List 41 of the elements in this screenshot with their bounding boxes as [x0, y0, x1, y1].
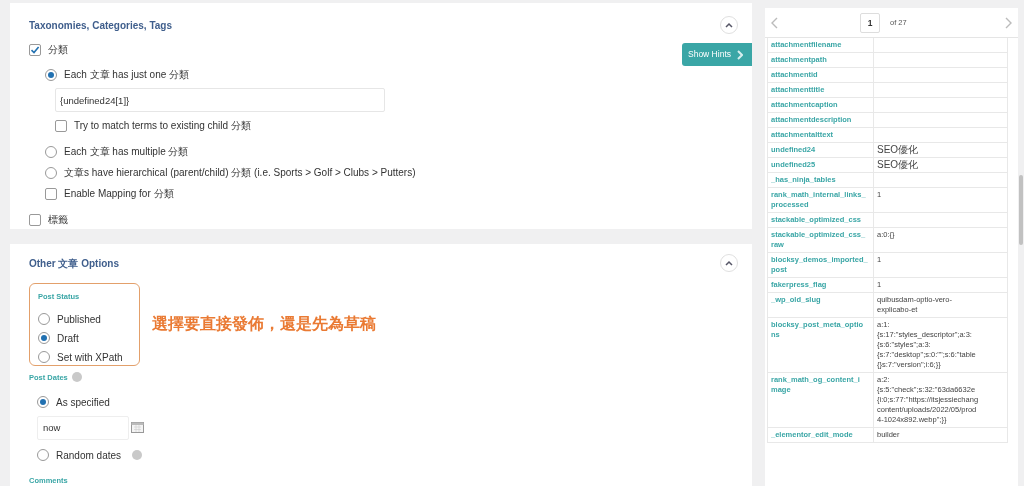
option-label: As specified: [56, 395, 110, 410]
checkbox[interactable]: [45, 187, 57, 200]
option-label: Set with XPath: [57, 350, 123, 365]
radio-button[interactable]: [38, 351, 50, 364]
table-cell-text: SEO優化: [876, 143, 920, 157]
option-label: Each 文章 has just one 分類: [64, 68, 190, 82]
option-label: 標籤: [48, 213, 68, 227]
date-field[interactable]: now: [37, 415, 129, 440]
checkbox[interactable]: [29, 43, 41, 56]
previous-icon[interactable]: [771, 16, 778, 29]
radio-button[interactable]: [37, 396, 49, 409]
section-title: Taxonomies, Categories, Tags: [29, 19, 172, 33]
option-label: Published: [57, 312, 101, 327]
option-label: Each 文章 has multiple 分類: [64, 145, 189, 159]
page-field[interactable]: 1: [860, 12, 880, 33]
option-label: Draft: [57, 331, 79, 346]
table-cell-text: SEO優化: [876, 158, 920, 172]
calendar-icon[interactable]: [131, 422, 144, 434]
collapse-icon[interactable]: [720, 253, 738, 272]
scrollbar-thumb[interactable]: [1019, 175, 1023, 245]
collapse-icon[interactable]: [720, 16, 738, 34]
section-title: Other 文章 Options: [29, 256, 119, 271]
radio-button[interactable]: [38, 332, 50, 345]
annotation-text: 選擇要直接發佈，還是先為草稿: [152, 314, 376, 334]
radio-button[interactable]: [45, 145, 57, 158]
radio-button[interactable]: [37, 449, 49, 462]
option-label: Try to match terms to existing child 分類: [74, 119, 251, 133]
next-icon[interactable]: [1005, 16, 1012, 29]
text-field[interactable]: {undefined24[1]}: [55, 88, 385, 112]
option-label: 文章s have hierarchical (parent/child) 分類 (i.e. Sports > Golf > Clubs > Putters): [64, 166, 416, 180]
radio-button[interactable]: [38, 313, 50, 326]
radio-button[interactable]: [45, 68, 57, 81]
option-label: Random dates: [56, 448, 122, 463]
checkbox[interactable]: [55, 119, 67, 132]
help-icon[interactable]: [71, 372, 82, 383]
chevron-right-icon: [737, 49, 743, 60]
option-label: Enable Mapping for 分類: [64, 187, 174, 201]
option-label: 分類: [48, 43, 68, 57]
help-icon[interactable]: [132, 450, 143, 461]
radio-button[interactable]: [45, 166, 57, 179]
checkbox[interactable]: [29, 213, 41, 226]
